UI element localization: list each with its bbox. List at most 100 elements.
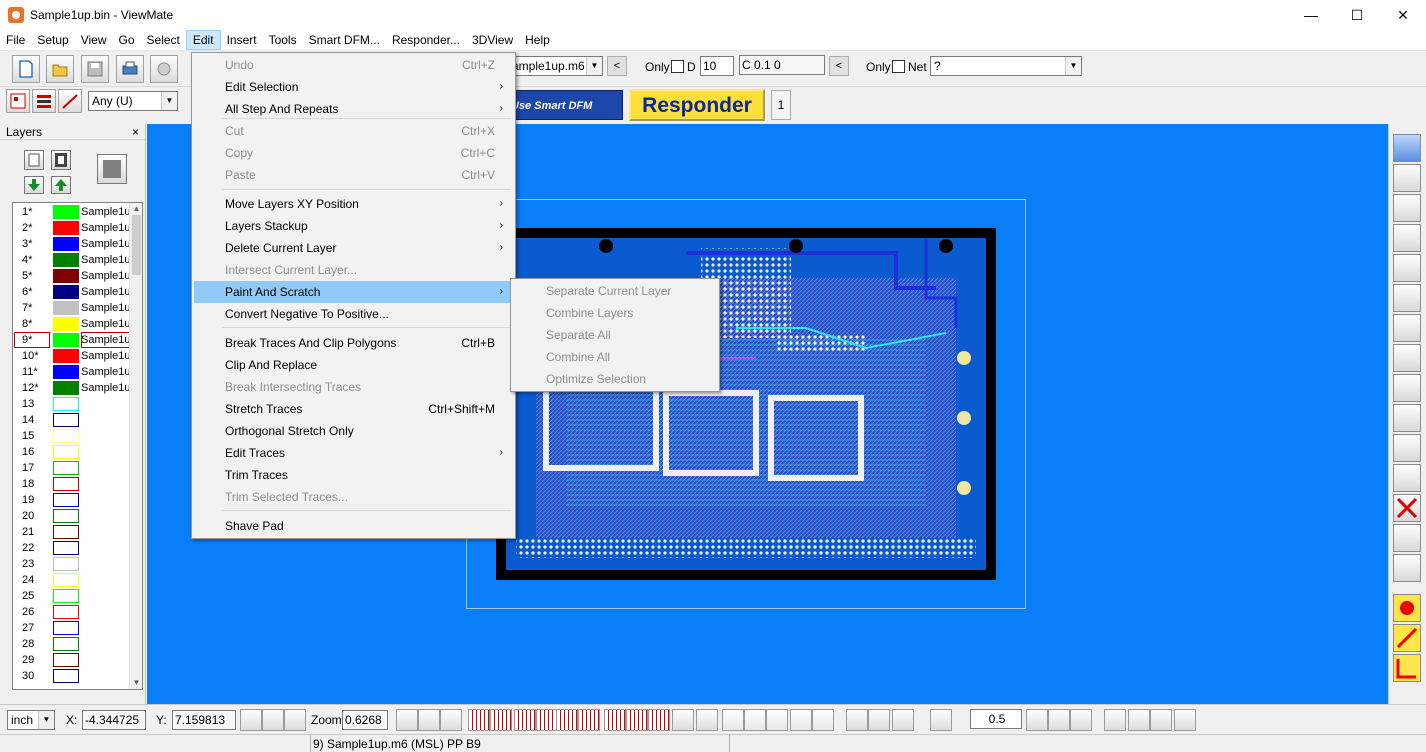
c-field[interactable]: C 0.1 0 [739,55,825,75]
print-button[interactable] [116,55,144,83]
submenu-item-separate-all[interactable]: Separate All [513,324,717,346]
layer-color-swatch[interactable] [53,525,79,539]
layer-row[interactable]: 5* Sample1u [13,268,130,284]
layer-color-swatch[interactable] [53,397,79,411]
layer-color-swatch[interactable] [53,461,79,475]
net-select[interactable]: ? ▼ [930,56,1082,76]
layer-row[interactable]: 9* Sample1u [13,332,130,348]
layer-row[interactable]: 14 [13,412,130,428]
menu-go[interactable]: Go [113,30,141,50]
layer-color-swatch[interactable] [53,589,79,603]
layer-row[interactable]: 24 [13,572,130,588]
line-draw-icon[interactable] [1393,624,1421,652]
bottom-tool-button[interactable] [468,709,490,731]
layer-row[interactable]: 7* Sample1u [13,300,130,316]
menu-item-paste[interactable]: Paste Ctrl+V [194,164,513,186]
bottom-tool-button[interactable] [1070,709,1092,731]
layers-panel-close-icon[interactable]: × [132,125,139,139]
menu-file[interactable]: File [0,30,31,50]
bottom-tool-button[interactable] [1104,709,1126,731]
layer-color-swatch[interactable] [53,669,79,683]
menu-item-cut[interactable]: Cut Ctrl+X [194,120,513,142]
menu-item-undo[interactable]: Undo Ctrl+Z [194,54,513,76]
move-layer-down-button[interactable] [24,176,44,194]
layer-row[interactable]: 4* Sample1u [13,252,130,268]
bottom-tool-button[interactable] [790,709,812,731]
menu-smart-dfm[interactable]: Smart DFM... [303,30,386,50]
layer-color-swatch[interactable] [53,269,79,283]
only-net-checkbox[interactable] [892,60,905,73]
menu-item-trim-traces[interactable]: Trim Traces [194,464,513,486]
layer-color-swatch[interactable] [53,429,79,443]
menu-help[interactable]: Help [519,30,556,50]
menu-item-edit-selection[interactable]: Edit Selection › [194,76,513,98]
layer-row[interactable]: 25 [13,588,130,604]
layer-row[interactable]: 26 [13,604,130,620]
only-checkbox[interactable] [671,60,684,73]
bottom-tool-button[interactable] [604,709,626,731]
layer-color-swatch[interactable] [53,413,79,427]
layer-row[interactable]: 12* Sample1u [13,380,130,396]
layer-list[interactable]: 30 29 28 27 26 25 24 23 22 21 20 19 18 17 16 15 14 13 12* S… [12,202,143,690]
layer-color-swatch[interactable] [53,221,79,235]
bottom-tool-button[interactable] [744,709,766,731]
hook-tool-icon[interactable] [1393,524,1421,552]
bottom-tool-button[interactable] [812,709,834,731]
bottom-tool-button[interactable] [766,709,788,731]
layer-row[interactable]: 17 [13,460,130,476]
trace-tool-icon[interactable] [1393,434,1421,462]
layer-row[interactable]: 1* Sample1u [13,204,130,220]
menu-item-intersect-current-layer[interactable]: Intersect Current Layer... [194,259,513,281]
scroll-thumb[interactable] [132,215,141,275]
layer-color-swatch[interactable] [53,237,79,251]
bottom-tool-button[interactable] [1048,709,1070,731]
layer-color-swatch[interactable] [53,573,79,587]
layer-color-swatch[interactable] [53,301,79,315]
prev-layer-button[interactable]: < [607,56,627,76]
tool-button[interactable] [150,55,178,83]
scroll-up-icon[interactable]: ▲ [130,203,142,215]
menu-responder[interactable]: Responder... [386,30,466,50]
layer-row[interactable]: 22 [13,540,130,556]
menu-setup[interactable]: Setup [31,30,74,50]
circle-pad-icon[interactable] [1393,594,1421,622]
menu-item-break-traces-and-clip-polygons[interactable]: Break Traces And Clip Polygons Ctrl+B [194,332,513,354]
pointer-icon[interactable] [1393,134,1421,162]
layer-color-swatch[interactable] [53,365,79,379]
menu-item-break-intersecting-traces[interactable]: Break Intersecting Traces [194,376,513,398]
layer-row[interactable]: 16 [13,444,130,460]
bottom-tool-button[interactable] [578,709,600,731]
layer-color-swatch[interactable] [53,333,79,347]
layer-row[interactable]: 8* Sample1u [13,316,130,332]
bottom-tool-button[interactable] [418,709,440,731]
submenu-item-separate-current-layer[interactable]: Separate Current Layer [513,280,717,302]
layer-stack-button[interactable] [32,89,56,113]
menu-item-move-layers-xy-position[interactable]: Move Layers XY Position › [194,193,513,215]
layer-color-swatch[interactable] [53,557,79,571]
layer-row[interactable]: 6* Sample1u [13,284,130,300]
bottom-tool-button[interactable] [396,709,418,731]
select-tool-icon[interactable] [1393,164,1421,192]
layer-color-swatch[interactable] [53,381,79,395]
layer-row[interactable]: 11* Sample1u [13,364,130,380]
menu-select[interactable]: Select [141,30,186,50]
layer-row[interactable]: 23 [13,556,130,572]
bottom-tool-button[interactable] [696,709,718,731]
pad-select-button[interactable] [6,89,30,113]
bottom-tool-button[interactable] [556,709,578,731]
scroll-down-icon[interactable]: ▼ [130,677,142,689]
bottom-tool-button[interactable] [536,709,558,731]
menu-edit[interactable]: Edit [185,30,221,50]
save-button[interactable] [81,55,109,83]
prev-net-button[interactable]: < [829,56,849,76]
bottom-tool-button[interactable] [1174,709,1196,731]
menu-item-paint-and-scratch[interactable]: Paint And Scratch › [194,281,513,303]
menu-item-stretch-traces[interactable]: Stretch Traces Ctrl+Shift+M [194,398,513,420]
copy-tool-icon[interactable] [1393,374,1421,402]
layer-row[interactable]: 2* Sample1u [13,220,130,236]
bottom-tool-button[interactable] [1026,709,1048,731]
layer-row[interactable]: 20 [13,508,130,524]
menu-item-copy[interactable]: Copy Ctrl+C [194,142,513,164]
bottom-tool-button[interactable] [262,709,284,731]
corner-draw-icon[interactable] [1393,654,1421,682]
